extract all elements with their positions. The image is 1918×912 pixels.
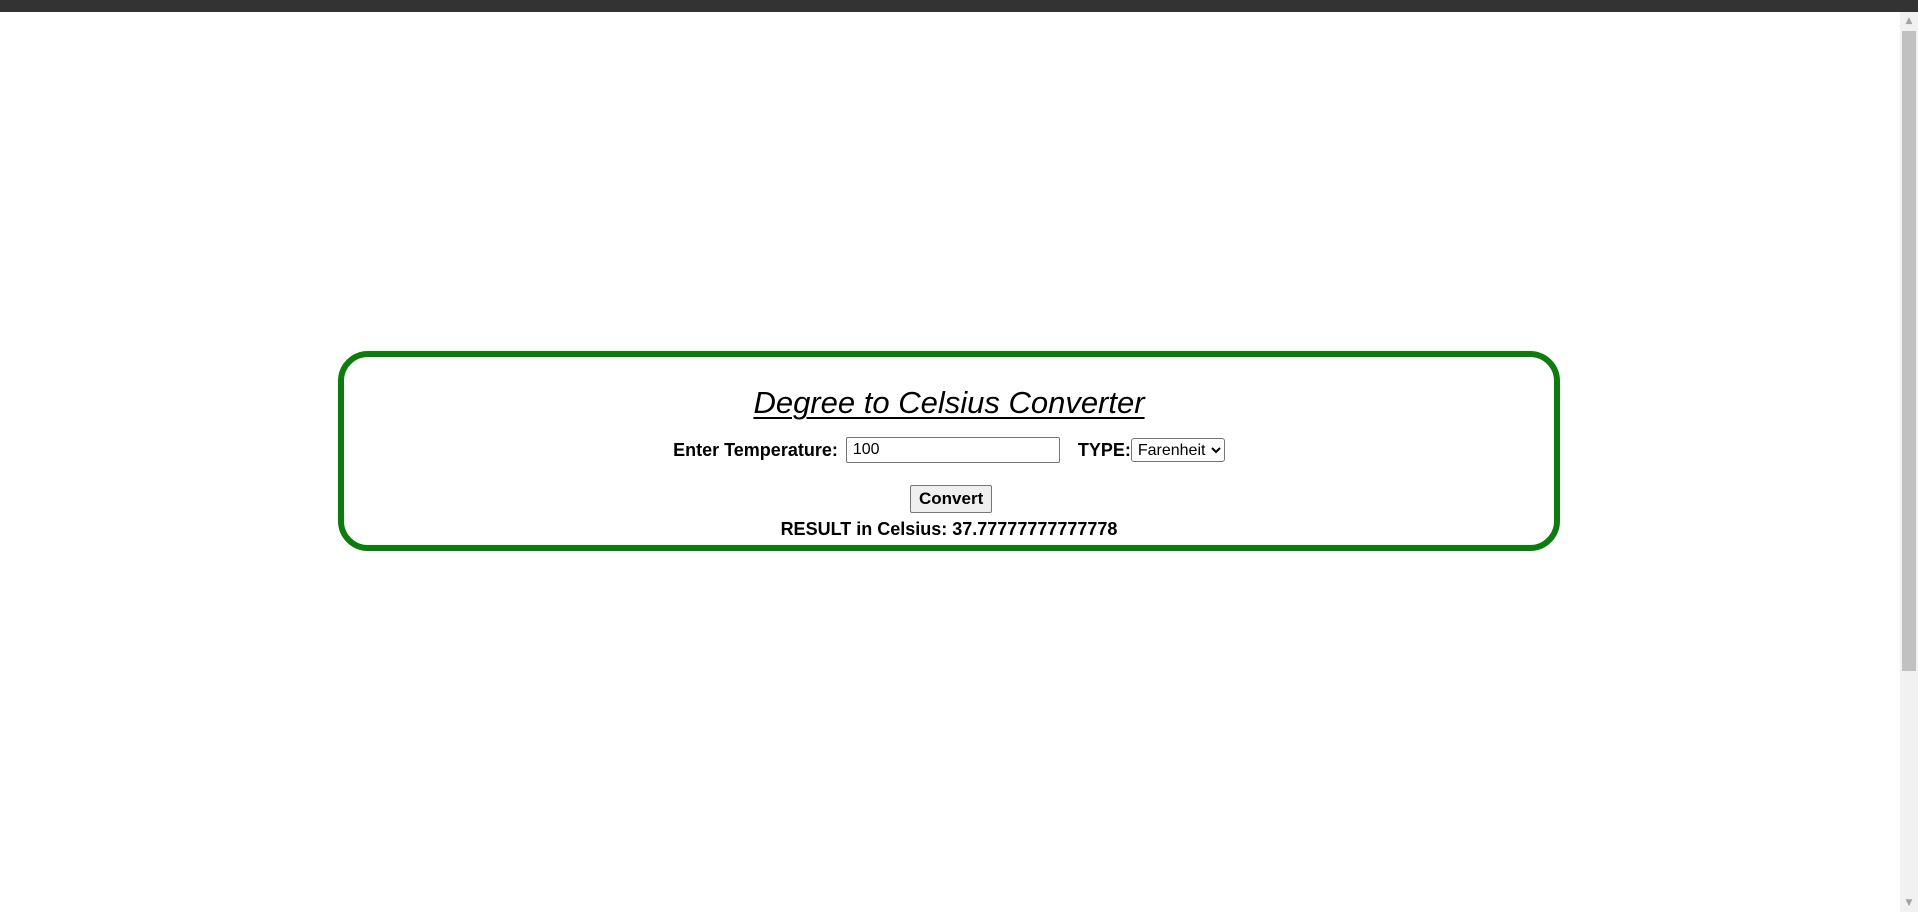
vertical-scrollbar[interactable]: ▲ ▼ xyxy=(1900,12,1918,912)
scrollbar-thumb[interactable] xyxy=(1902,31,1916,671)
triangle-up-icon[interactable]: ▲ xyxy=(1900,12,1918,30)
result-text: RESULT in Celsius: 37.77777777777778 xyxy=(780,519,1118,539)
page-title: Degree to Celsius Converter xyxy=(753,385,1145,420)
type-select[interactable]: Farenheit xyxy=(1130,438,1225,462)
browser-top-bar xyxy=(0,0,1918,12)
converter-panel: Degree to Celsius Converter Enter Temper… xyxy=(338,351,1560,551)
temperature-label: Enter Temperature: xyxy=(673,439,838,460)
temperature-input[interactable] xyxy=(845,437,1060,463)
page-body: Degree to Celsius Converter Enter Temper… xyxy=(0,12,1900,912)
triangle-down-icon[interactable]: ▼ xyxy=(1900,894,1918,912)
input-row: Enter Temperature: TYPE: Farenheit xyxy=(344,435,1554,465)
type-label: TYPE: xyxy=(1077,439,1131,460)
convert-button[interactable]: Convert xyxy=(910,485,993,513)
